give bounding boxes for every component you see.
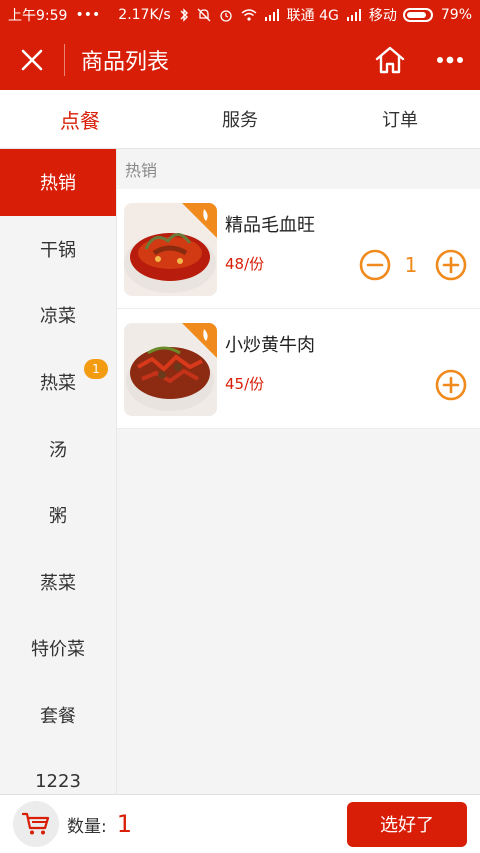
product-list: 热销 精品毛血旺 48/份 1 小炒黄牛肉 45/份 [117,149,480,794]
category-label: 凉菜 [40,306,76,328]
decrease-quantity-button[interactable] [359,249,391,281]
category-item-set-meal[interactable]: 套餐 [0,682,116,749]
category-item-specials[interactable]: 特价菜 [0,615,116,682]
signal-icon-2 [346,9,361,21]
product-item[interactable]: 精品毛血旺 48/份 1 [117,189,480,309]
alarm-icon [219,8,233,22]
carrier-mobile: 移动 [368,8,397,24]
carrier-unicom: 联通 4G [286,8,339,24]
product-name: 小炒黄牛肉 [225,335,315,356]
more-button[interactable] [420,30,480,90]
home-icon [375,46,405,74]
category-item-soup[interactable]: 汤 [0,415,116,482]
confirm-button[interactable]: 选好了 [347,801,467,847]
category-label: 特价菜 [31,639,85,661]
nav-divider [64,44,65,76]
minus-circle-icon [359,249,391,281]
section-label: 热销 [125,161,158,180]
product-price: 48/份 [225,255,265,273]
category-label: 热销 [40,173,76,195]
category-item-cold-dishes[interactable]: 凉菜 [0,282,116,349]
wifi-icon [241,9,257,21]
bluetooth-icon [179,8,189,22]
product-item[interactable]: 小炒黄牛肉 45/份 [117,309,480,429]
status-dots: ••• [75,7,101,23]
plus-circle-icon [435,249,467,281]
quantity-total: 1 [116,810,133,838]
plus-circle-icon [435,369,467,401]
cart-button[interactable] [13,801,59,847]
close-button[interactable] [0,30,64,90]
category-label: 粥 [49,506,67,528]
close-icon [21,49,43,71]
product-image [124,323,217,416]
mute-icon [197,8,211,22]
category-count-badge: 1 [84,358,108,379]
product-price: 45/份 [225,375,265,393]
tab-service[interactable]: 服务 [160,90,320,148]
increase-quantity-button[interactable] [435,249,467,281]
tab-bar: 点餐 服务 订单 [0,90,480,149]
category-label: 汤 [49,439,67,461]
product-image [124,203,217,296]
category-label: 套餐 [40,706,76,728]
nav-bar: 商品列表 [0,30,480,90]
status-bar: 上午9:59 ••• 2.17K/s 联通 4G 移动 79% [0,0,480,30]
more-icon [437,56,463,64]
category-label: 干锅 [40,239,76,261]
page-title: 商品列表 [81,50,170,75]
home-button[interactable] [360,30,420,90]
cart-bar: 数量: 1 选好了 [0,794,480,853]
network-speed: 2.17K/s [118,7,171,23]
battery-level: 79% [440,7,472,23]
product-name: 精品毛血旺 [225,215,315,236]
status-time: 上午9:59 [8,8,68,24]
category-label: 热菜 [40,373,76,395]
category-item-steamed[interactable]: 蒸菜 [0,549,116,616]
category-label: 1223 [35,771,81,793]
tab-order-food[interactable]: 点餐 [0,90,160,148]
category-label: 蒸菜 [40,572,76,594]
category-item-1223[interactable]: 1223 [0,748,116,794]
category-item-hot-dishes[interactable]: 热菜 1 [0,349,116,416]
category-sidebar: 热销 干锅 凉菜 热菜 1 汤 粥 蒸菜 特价菜 套餐 1223 [0,149,117,794]
increase-quantity-button[interactable] [435,369,467,401]
tab-orders[interactable]: 订单 [320,90,480,148]
quantity-value: 1 [404,253,418,277]
category-item-hot[interactable]: 热销 [0,149,116,216]
signal-icon [264,9,279,21]
battery-icon [402,8,433,22]
quantity-label: 数量: [67,816,107,837]
category-item-dry-pot[interactable]: 干锅 [0,216,116,283]
shopping-cart-icon [22,812,50,835]
category-item-porridge[interactable]: 粥 [0,482,116,549]
